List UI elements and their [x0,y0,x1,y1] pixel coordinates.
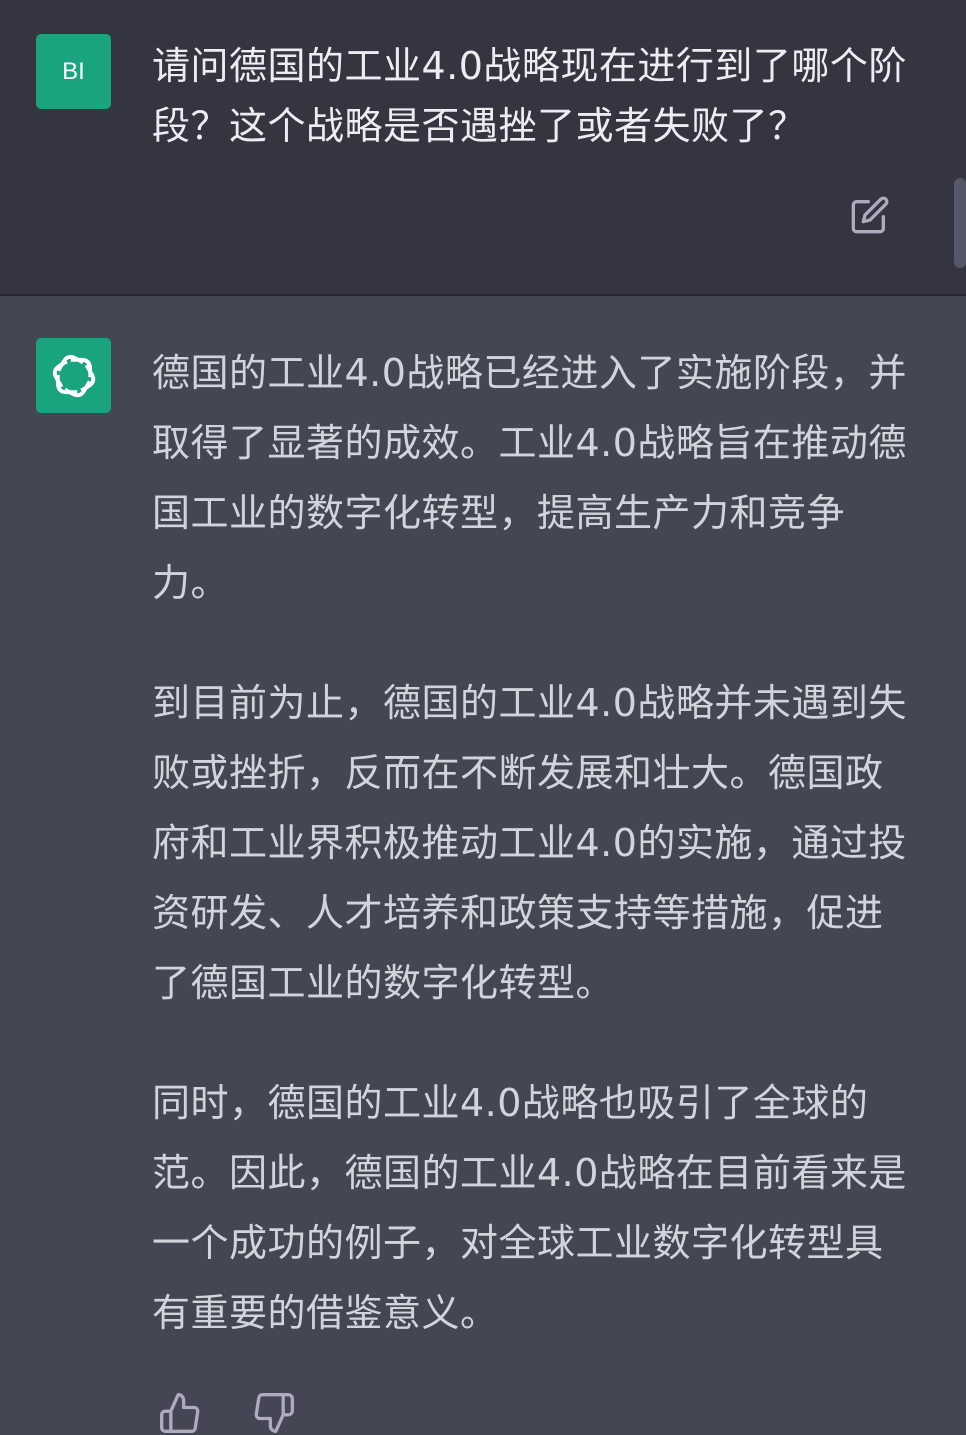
feedback-buttons [158,1391,296,1435]
assistant-paragraph: 德国的工业4.0战略已经进入了实施阶段，并取得了显著的成效。工业4.0战略旨在推… [152,351,907,605]
user-avatar-initials: BI [62,57,85,85]
assistant-avatar [36,338,111,413]
user-message: BI 请问德国的工业4.0战略现在进行到了哪个阶段？这个战略是否遇挫了或者失败了… [0,0,966,296]
chat-page: BI 请问德国的工业4.0战略现在进行到了哪个阶段？这个战略是否遇挫了或者失败了… [0,0,966,1435]
assistant-paragraph: 到目前为止，德国的工业4.0战略并未遇到失败或挫折，反而在不断发展和壮大。德国政… [152,681,907,1005]
user-avatar: BI [36,34,111,109]
thumbs-up-icon[interactable] [158,1391,202,1435]
assistant-paragraph: 同时，德国的工业4.0战略也吸引了全球的范。因此，德国的工业4.0战略在目前看来… [152,1081,907,1335]
thumbs-down-icon[interactable] [252,1391,296,1435]
edit-icon[interactable] [850,195,890,235]
openai-logo-icon [52,354,95,397]
assistant-message: 德国的工业4.0战略已经进入了实施阶段，并取得了显著的成效。工业4.0战略旨在推… [0,296,966,1435]
assistant-message-text: 德国的工业4.0战略已经进入了实施阶段，并取得了显著的成效。工业4.0战略旨在推… [152,338,912,1398]
scrollbar[interactable] [954,178,966,268]
user-message-text: 请问德国的工业4.0战略现在进行到了哪个阶段？这个战略是否遇挫了或者失败了？ [152,44,907,148]
